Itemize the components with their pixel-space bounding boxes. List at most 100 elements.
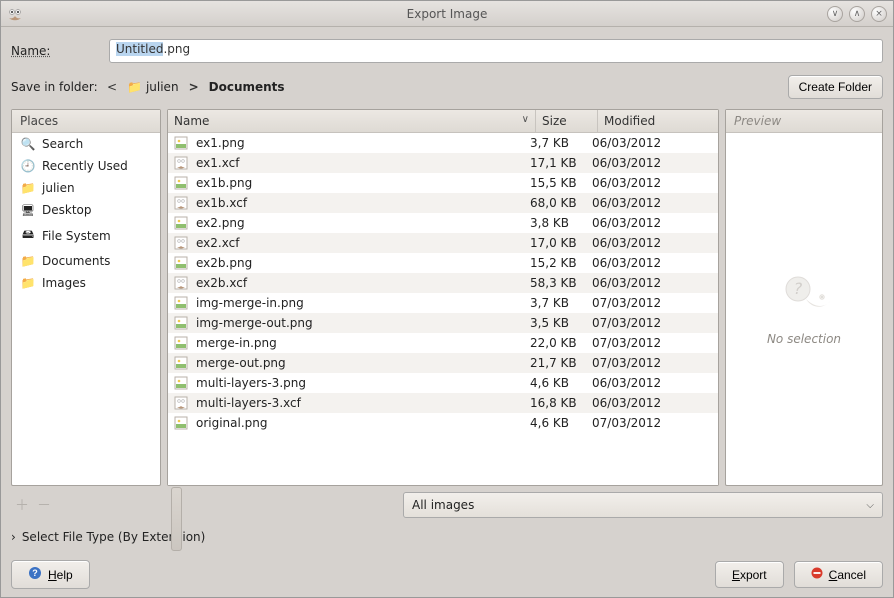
file-row[interactable]: ex2b.png15,2 KB06/03/2012 [168, 253, 718, 273]
file-size: 3,8 KB [530, 216, 592, 230]
file-type-icon [174, 236, 190, 250]
svg-text:?: ? [32, 568, 38, 578]
file-modified: 06/03/2012 [592, 176, 712, 190]
places-item-documents[interactable]: Documents [12, 250, 160, 272]
close-button[interactable]: × [871, 6, 887, 22]
export-button[interactable]: Export [715, 561, 784, 588]
places-item-desktop[interactable]: Desktop [12, 199, 160, 221]
file-name: img-merge-out.png [196, 316, 530, 330]
preview-header: Preview [726, 110, 882, 133]
file-modified: 06/03/2012 [592, 256, 712, 270]
file-type-icon [174, 276, 190, 290]
cancel-button[interactable]: Cancel [794, 561, 883, 588]
file-type-icon [174, 216, 190, 230]
places-panel: Places Search Recently Used julien Desktop F… [11, 109, 161, 486]
save-in-folder-label: Save in folder: [11, 80, 101, 94]
file-size: 3,7 KB [530, 136, 592, 150]
maximize-button[interactable]: ∧ [849, 6, 865, 22]
file-row[interactable]: multi-layers-3.xcf16,8 KB06/03/2012 [168, 393, 718, 413]
folder-icon [127, 80, 142, 94]
file-row[interactable]: img-merge-in.png3,7 KB07/03/2012 [168, 293, 718, 313]
places-item-label: Search [42, 137, 83, 151]
file-row[interactable]: ex2.png3,8 KB06/03/2012 [168, 213, 718, 233]
desktop-icon [20, 203, 36, 217]
file-row[interactable]: ex1b.xcf68,0 KB06/03/2012 [168, 193, 718, 213]
places-item-label: Desktop [42, 203, 92, 217]
file-size: 15,2 KB [530, 256, 592, 270]
file-name: ex1b.xcf [196, 196, 530, 210]
file-modified: 06/03/2012 [592, 376, 712, 390]
create-folder-button[interactable]: Create Folder [788, 75, 883, 99]
file-size: 4,6 KB [530, 376, 592, 390]
file-row[interactable]: ex1b.png15,5 KB06/03/2012 [168, 173, 718, 193]
file-row[interactable]: ex2b.xcf58,3 KB06/03/2012 [168, 273, 718, 293]
minimize-button[interactable]: ∨ [827, 6, 843, 22]
folder-icon [20, 254, 36, 268]
path-row: Save in folder: < julien > Documents Cre… [11, 75, 883, 99]
file-modified: 07/03/2012 [592, 336, 712, 350]
file-row[interactable]: multi-layers-3.png4,6 KB06/03/2012 [168, 373, 718, 393]
filetype-expander[interactable]: › Select File Type (By Extension) [11, 528, 883, 546]
file-type-icon [174, 376, 190, 390]
places-item-label: Documents [42, 254, 110, 268]
places-item-file-system[interactable]: File System [12, 221, 160, 250]
file-modified: 07/03/2012 [592, 416, 712, 430]
file-modified: 06/03/2012 [592, 396, 712, 410]
file-type-icon [174, 296, 190, 310]
file-filter-combo[interactable]: All images ⌵ [403, 492, 883, 518]
svg-text:?: ? [794, 279, 803, 298]
breadcrumb-label: Documents [209, 80, 285, 94]
places-item-search[interactable]: Search [12, 133, 160, 155]
scrollbar-thumb[interactable] [171, 487, 182, 551]
file-size: 68,0 KB [530, 196, 592, 210]
file-name: ex2.png [196, 216, 530, 230]
file-row[interactable]: ex1.png3,7 KB06/03/2012 [168, 133, 718, 153]
file-name: ex2b.png [196, 256, 530, 270]
file-row[interactable]: ex1.xcf17,1 KB06/03/2012 [168, 153, 718, 173]
file-row[interactable]: ex2.xcf17,0 KB06/03/2012 [168, 233, 718, 253]
file-modified: 07/03/2012 [592, 316, 712, 330]
file-name: ex2.xcf [196, 236, 530, 250]
file-list-header: Name ∨ Size Modified [168, 110, 718, 133]
file-list[interactable]: ex1.png3,7 KB06/03/2012ex1.xcf17,1 KB06/… [168, 133, 718, 485]
folder-icon [20, 276, 36, 290]
name-label: Name: [11, 44, 101, 58]
remove-place-icon[interactable]: － [37, 495, 51, 515]
file-row[interactable]: img-merge-out.png3,5 KB07/03/2012 [168, 313, 718, 333]
file-row[interactable]: merge-out.png21,7 KB07/03/2012 [168, 353, 718, 373]
breadcrumb-documents[interactable]: Documents [201, 78, 293, 96]
add-place-icon[interactable]: ＋ [15, 495, 29, 515]
column-size[interactable]: Size [536, 110, 598, 132]
app-icon [7, 6, 23, 22]
name-input[interactable]: Untitled.png [109, 39, 883, 63]
places-item-recently-used[interactable]: Recently Used [12, 155, 160, 177]
drive-icon [20, 225, 36, 246]
file-modified: 06/03/2012 [592, 276, 712, 290]
file-type-icon [174, 196, 190, 210]
file-name: ex2b.xcf [196, 276, 530, 290]
breadcrumb-julien[interactable]: julien [119, 78, 187, 96]
file-modified: 06/03/2012 [592, 216, 712, 230]
file-modified: 06/03/2012 [592, 236, 712, 250]
file-row[interactable]: merge-in.png22,0 KB07/03/2012 [168, 333, 718, 353]
binoculars-icon [20, 137, 36, 151]
file-row[interactable]: original.png4,6 KB07/03/2012 [168, 413, 718, 433]
export-image-dialog: Export Image ∨ ∧ × Name: Untitled.png Sa… [0, 0, 894, 598]
preview-panel: Preview ? No selection [725, 109, 883, 486]
chevron-down-icon: ⌵ [866, 500, 874, 511]
column-modified[interactable]: Modified [598, 110, 718, 132]
file-size: 3,7 KB [530, 296, 592, 310]
places-item-label: File System [42, 229, 111, 243]
file-name: merge-out.png [196, 356, 530, 370]
places-header: Places [12, 110, 160, 133]
file-modified: 07/03/2012 [592, 296, 712, 310]
file-size: 21,7 KB [530, 356, 592, 370]
column-name[interactable]: Name ∨ [168, 110, 536, 132]
places-item-images[interactable]: Images [12, 272, 160, 294]
places-item-label: julien [42, 181, 75, 195]
file-name: ex1.xcf [196, 156, 530, 170]
help-button[interactable]: ? Help [11, 560, 90, 589]
file-type-icon [174, 416, 190, 430]
breadcrumb-back-icon[interactable]: < [105, 80, 119, 94]
places-item-julien[interactable]: julien [12, 177, 160, 199]
